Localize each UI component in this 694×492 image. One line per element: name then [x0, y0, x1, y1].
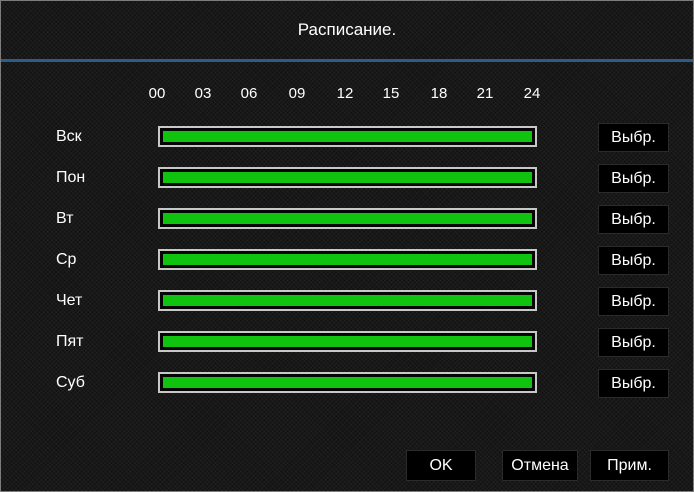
recorded-segment — [163, 336, 532, 347]
recorded-segment — [163, 295, 532, 306]
day-label-tuesday: Вт — [56, 210, 74, 227]
recorded-segment — [163, 172, 532, 183]
hour-scale: 00 03 06 09 12 15 18 21 24 — [1, 85, 693, 105]
hour-label: 21 — [476, 85, 494, 102]
ok-button[interactable]: OK — [406, 450, 476, 481]
day-label-monday: Пон — [56, 169, 86, 186]
select-button-sunday[interactable]: Выбр. — [598, 123, 669, 152]
dialog-title: Расписание. — [297, 20, 397, 39]
schedule-bar-wednesday[interactable] — [158, 249, 537, 270]
cancel-button[interactable]: Отмена — [502, 450, 578, 481]
day-label-sunday: Вск — [56, 128, 82, 145]
recorded-segment — [163, 377, 532, 388]
hour-label: 03 — [194, 85, 212, 102]
schedule-dialog: Расписание. 00 03 06 09 12 15 18 21 24 В… — [0, 0, 694, 492]
schedule-bar-tuesday[interactable] — [158, 208, 537, 229]
hour-label: 12 — [336, 85, 354, 102]
schedule-bar-sunday[interactable] — [158, 126, 537, 147]
hour-label: 06 — [240, 85, 258, 102]
day-label-thursday: Чет — [56, 292, 83, 309]
apply-button[interactable]: Прим. — [590, 450, 669, 481]
day-label-saturday: Суб — [56, 374, 85, 391]
schedule-bar-friday[interactable] — [158, 331, 537, 352]
select-button-saturday[interactable]: Выбр. — [598, 369, 669, 398]
select-button-thursday[interactable]: Выбр. — [598, 287, 669, 316]
hour-label: 15 — [382, 85, 400, 102]
recorded-segment — [163, 131, 532, 142]
select-button-wednesday[interactable]: Выбр. — [598, 246, 669, 275]
select-button-tuesday[interactable]: Выбр. — [598, 205, 669, 234]
schedule-bar-monday[interactable] — [158, 167, 537, 188]
day-label-wednesday: Ср — [56, 251, 77, 268]
title-divider — [1, 59, 693, 62]
hour-label: 18 — [430, 85, 448, 102]
recorded-segment — [163, 254, 532, 265]
hour-label: 09 — [288, 85, 306, 102]
hour-label: 00 — [148, 85, 166, 102]
schedule-bar-thursday[interactable] — [158, 290, 537, 311]
schedule-bar-saturday[interactable] — [158, 372, 537, 393]
select-button-friday[interactable]: Выбр. — [598, 328, 669, 357]
day-label-friday: Пят — [56, 333, 84, 350]
recorded-segment — [163, 213, 532, 224]
select-button-monday[interactable]: Выбр. — [598, 164, 669, 193]
hour-label: 24 — [523, 85, 541, 102]
